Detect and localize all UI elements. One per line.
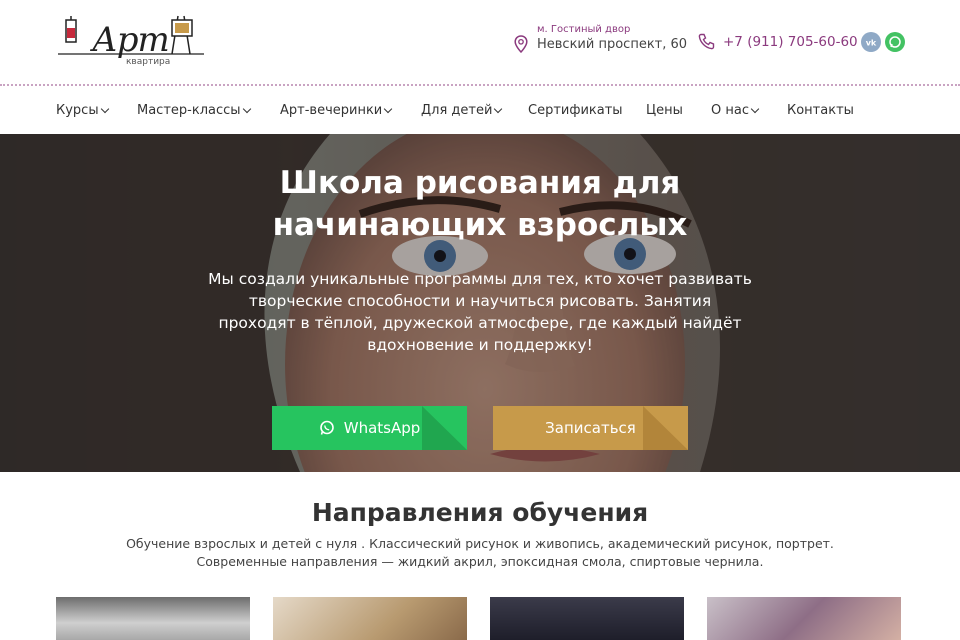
nav-item-about[interactable]: О нас bbox=[711, 103, 760, 118]
direction-card-image[interactable] bbox=[707, 597, 901, 640]
nav-item-label: Курсы bbox=[56, 103, 99, 118]
chevron-down-icon bbox=[384, 104, 393, 113]
nav-item-for-kids[interactable]: Для детей bbox=[421, 103, 503, 118]
logo-word: Арт bbox=[92, 20, 170, 60]
vk-icon[interactable]: vk bbox=[861, 32, 881, 52]
site-header: Арт квартира м. Гостиный двор Невский пр… bbox=[0, 0, 960, 84]
directions-title: Направления обучения bbox=[311, 498, 649, 527]
nav-item-courses[interactable]: Курсы bbox=[56, 103, 109, 118]
site-logo[interactable]: Арт квартира bbox=[56, 14, 206, 70]
svg-text:vk: vk bbox=[866, 39, 877, 48]
directions-description: Обучение взрослых и детей с нуля . Класс… bbox=[126, 536, 834, 569]
nav-item-contacts[interactable]: Контакты bbox=[787, 103, 854, 118]
nav-item-label: Для детей bbox=[421, 103, 493, 118]
hero-banner: Школа рисования для начинающих взрослых … bbox=[0, 134, 960, 472]
nav-item-label: Сертификаты bbox=[528, 103, 623, 118]
chevron-down-icon bbox=[494, 104, 503, 113]
header-divider bbox=[0, 84, 960, 86]
nav-item-label: Арт-вечеринки bbox=[280, 103, 383, 118]
nav-item-label: О нас bbox=[711, 103, 749, 118]
nav-item-label: Мастер-классы bbox=[137, 103, 241, 118]
whatsapp-icon[interactable] bbox=[885, 32, 905, 52]
nav-item-master-classes[interactable]: Мастер-классы bbox=[137, 103, 251, 118]
nav-item-art-parties[interactable]: Арт-вечеринки bbox=[280, 103, 393, 118]
hero-title-line1: Школа рисования для bbox=[279, 165, 681, 201]
whatsapp-icon bbox=[319, 420, 334, 435]
nav-item-certificates[interactable]: Сертификаты bbox=[528, 103, 623, 118]
street-address: Невский проспект, 60 bbox=[537, 37, 688, 52]
whatsapp-button-label: WhatsApp bbox=[343, 419, 421, 437]
chevron-down-icon bbox=[100, 104, 109, 113]
phone-icon bbox=[698, 33, 715, 50]
signup-button[interactable]: Записаться bbox=[493, 406, 688, 450]
chevron-down-icon bbox=[242, 104, 251, 113]
direction-card-image[interactable] bbox=[273, 597, 467, 640]
metro-station: м. Гостиный двор bbox=[537, 24, 631, 35]
nav-item-label: Цены bbox=[646, 103, 683, 118]
nav-item-prices[interactable]: Цены bbox=[646, 103, 683, 118]
logo-subtitle: квартира bbox=[126, 57, 171, 67]
direction-card-image[interactable] bbox=[490, 597, 684, 640]
main-nav: Курсы Мастер-классы Арт-вечеринки Для де… bbox=[0, 88, 960, 134]
nav-item-label: Контакты bbox=[787, 103, 854, 118]
whatsapp-button[interactable]: WhatsApp bbox=[272, 406, 467, 450]
chevron-down-icon bbox=[750, 104, 760, 113]
hero-title: Школа рисования для начинающих взрослых bbox=[180, 162, 780, 246]
map-pin-icon bbox=[514, 35, 528, 53]
signup-button-label: Записаться bbox=[545, 419, 636, 437]
direction-card-image[interactable] bbox=[56, 597, 250, 640]
hero-title-line2: начинающих взрослых bbox=[272, 207, 688, 243]
phone-number: +7 (911) 705-60-60 bbox=[723, 34, 858, 50]
hero-description: Мы создали уникальные программы для тех,… bbox=[208, 270, 752, 354]
